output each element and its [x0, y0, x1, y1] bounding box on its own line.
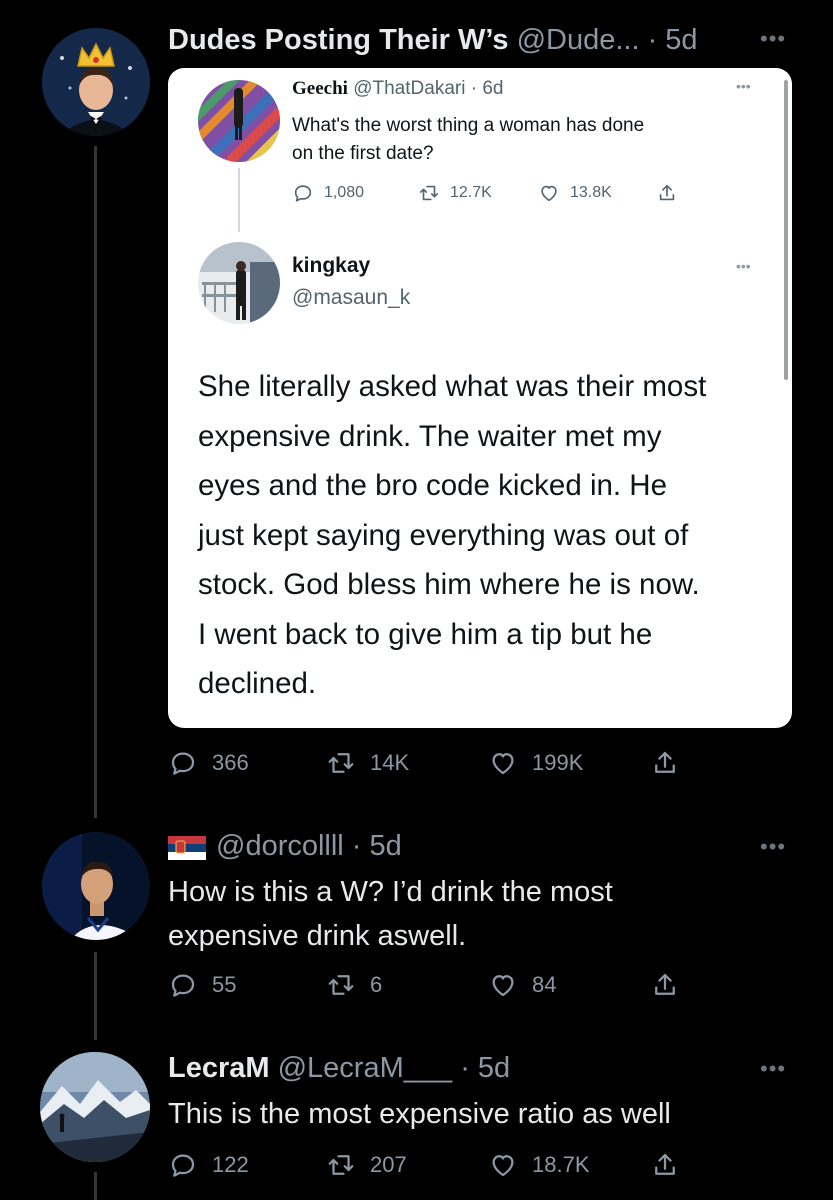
reply-icon [171, 752, 195, 775]
reply-text: She literally asked what was their most … [198, 362, 706, 709]
share-icon [655, 1153, 675, 1175]
author-handle-time[interactable]: @Dude... · 5d [517, 24, 698, 56]
reply-icon [171, 1154, 195, 1177]
author-avatar[interactable] [42, 28, 150, 136]
reply1-text: How is this a W? I’d drink the most expe… [168, 870, 613, 958]
reply1-like-count: 84 [532, 972, 557, 997]
retweet-icon [419, 185, 439, 201]
reply-text-line: She literally asked what was their most [198, 370, 707, 403]
parent-reply-action[interactable]: 1,080 [292, 182, 364, 204]
like-action[interactable]: 199K [488, 748, 583, 778]
reply2-retweet-count: 207 [370, 1152, 407, 1177]
more-icon[interactable]: ••• [760, 1058, 786, 1080]
reply-text-line: I went back to give him a tip but he [198, 617, 653, 651]
serbia-flag [168, 835, 206, 860]
reply1-text-line: How is this a W? I’d drink the most [168, 876, 613, 908]
share-icon [655, 973, 675, 995]
reply-count: 366 [212, 750, 249, 775]
parent-reply-count: 1,080 [324, 184, 365, 201]
parent-handle-time[interactable]: @ThatDakari · 6d [353, 78, 503, 99]
reply-text-line: just kept saying everything was out of [198, 518, 689, 552]
reply1-reply-count: 55 [212, 972, 237, 997]
like-icon [492, 975, 514, 997]
reply1-like-action[interactable]: 84 [488, 970, 556, 1000]
parent-name[interactable]: Geechi [292, 78, 348, 99]
parent-retweet-action[interactable]: 12.7K [418, 182, 492, 204]
retweet-icon [328, 753, 354, 773]
share-action[interactable] [650, 748, 680, 778]
reply1-retweet-count: 6 [370, 972, 383, 997]
share-icon [659, 184, 675, 201]
parent-retweet-count: 12.7K [450, 184, 492, 201]
reply1-share-action[interactable] [650, 970, 680, 1000]
reply2-reply-action[interactable]: 122 [168, 1150, 249, 1180]
like-icon [492, 753, 514, 775]
reply-author-name[interactable]: kingkay [292, 254, 370, 278]
reply1-author-line: @dorcollll · 5d [168, 830, 402, 863]
parent-text-line: on the first date? [292, 143, 434, 164]
reply1-handle-time[interactable]: @dorcollll · 5d [216, 830, 402, 863]
retweet-count: 14K [370, 750, 410, 775]
reply2-share-action[interactable] [650, 1150, 680, 1180]
reply-author-handle[interactable]: @masaun_k [292, 286, 410, 310]
share-icon [655, 751, 675, 773]
retweet-action[interactable]: 14K [326, 748, 409, 778]
author-line: Dudes Posting Their W’s @Dude... · 5d [168, 24, 698, 57]
reply2-retweet-action[interactable]: 207 [326, 1150, 407, 1180]
reply2-author-name[interactable]: LecraM [168, 1052, 270, 1084]
retweet-icon [328, 1155, 354, 1175]
quote-connector [238, 168, 240, 232]
more-icon[interactable]: ••• [760, 28, 786, 50]
author-name[interactable]: Dudes Posting Their W’s [168, 24, 509, 56]
parent-like-action[interactable]: 13.8K [538, 182, 612, 204]
reply2-like-count: 18.7K [532, 1152, 590, 1177]
reply-text-line: eyes and the bro code kicked in. He [198, 469, 668, 502]
reply2-avatar[interactable] [40, 1052, 150, 1162]
reply-text-line: declined. [198, 667, 317, 700]
parent-share-action[interactable] [656, 182, 678, 204]
thread-line [94, 1172, 97, 1200]
reply1-reply-action[interactable]: 55 [168, 970, 236, 1000]
more-icon[interactable]: ••• [736, 78, 751, 94]
reply2-text: This is the most expensive ratio as well [168, 1098, 671, 1130]
reply-icon [171, 974, 195, 997]
parent-author-line: Geechi @ThatDakari · 6d [292, 78, 503, 100]
more-icon[interactable]: ••• [736, 258, 751, 274]
reply2-reply-count: 122 [212, 1152, 249, 1177]
reply-author-avatar[interactable] [198, 242, 280, 324]
retweet-icon [328, 975, 354, 995]
reply2-like-action[interactable]: 18.7K [488, 1150, 590, 1180]
more-icon[interactable]: ••• [760, 836, 786, 858]
thread-line [94, 952, 97, 1040]
reply-text-line: stock. God bless him where he is now. [198, 568, 700, 601]
parent-text-line: What's the worst thing a woman has done [292, 115, 645, 136]
thread-line [94, 146, 97, 818]
parent-avatar[interactable] [198, 80, 280, 162]
scrollbar[interactable] [784, 80, 788, 380]
reply-icon [294, 185, 312, 202]
reply1-avatar[interactable] [42, 832, 150, 940]
reply2-author-line: LecraM @LecraM___ · 5d [168, 1052, 510, 1085]
parent-text: What's the worst thing a woman has done … [292, 112, 644, 168]
parent-like-count: 13.8K [570, 184, 612, 201]
reply1-text-line: expensive drink aswell. [168, 920, 467, 952]
reply1-retweet-action[interactable]: 6 [326, 970, 382, 1000]
like-icon [492, 1155, 514, 1177]
reply-text-line: expensive drink. The waiter met my [198, 419, 662, 453]
like-count: 199K [532, 750, 584, 775]
reply-action[interactable]: 366 [168, 748, 249, 778]
like-icon [541, 185, 557, 202]
reply2-handle-time[interactable]: @LecraM___ · 5d [278, 1052, 511, 1084]
quoted-screenshot[interactable]: Geechi @ThatDakari · 6d ••• What's the w… [168, 68, 792, 728]
